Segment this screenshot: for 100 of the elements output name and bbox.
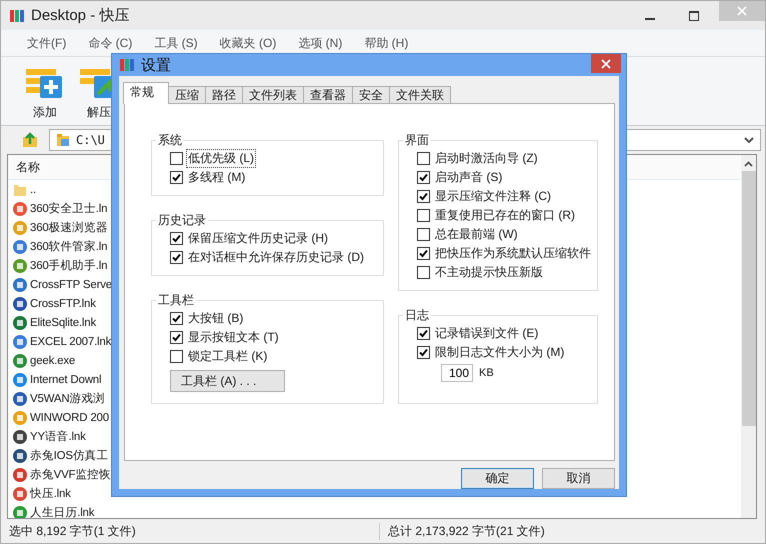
close-icon (601, 58, 611, 68)
file-icon (12, 334, 28, 350)
file-name[interactable]: V5WAN游戏浏 (30, 391, 105, 406)
file-name[interactable]: 360极速浏览器 (30, 220, 108, 235)
status-text: 选中 8,192 字节(1 文件) (8, 522, 137, 540)
file-icon (12, 276, 28, 292)
dialog-button[interactable]: 取消 (542, 468, 615, 489)
checkbox[interactable] (417, 152, 430, 165)
file-name[interactable]: 360手机助手.ln (30, 258, 108, 273)
checkbox-label[interactable]: 在对话框中允许保存历史记录 (D) (186, 248, 366, 267)
checkbox[interactable] (417, 327, 430, 340)
app-icon (119, 57, 135, 73)
file-name[interactable]: 赤兔VVF监控恢 (30, 467, 111, 482)
checkbox[interactable] (417, 266, 430, 279)
checkbox[interactable] (170, 152, 183, 165)
file-name[interactable]: CrossFTP.lnk (30, 298, 96, 310)
tab[interactable]: 文件列表 (242, 86, 304, 104)
checkbox-label[interactable]: 记录错误到文件 (E) (433, 324, 540, 343)
scrollbar-thumb[interactable] (742, 171, 756, 426)
file-name[interactable]: 360安全卫士.ln (30, 201, 108, 216)
size-field[interactable]: 100 (441, 364, 473, 382)
file-icon (12, 448, 28, 464)
file-icon (12, 220, 28, 236)
dialog-title: 设置 (141, 56, 171, 74)
checkbox[interactable] (417, 171, 430, 184)
file-icon (12, 296, 28, 312)
checkbox[interactable] (417, 190, 430, 203)
file-icon (12, 390, 28, 406)
maximize-icon[interactable] (689, 10, 699, 20)
file-icon (12, 466, 28, 482)
file-name[interactable]: EXCEL 2007.lnk (30, 336, 112, 348)
checkbox-label[interactable]: 不主动提示快压新版 (433, 263, 545, 282)
file-icon (12, 258, 28, 274)
window-title: Desktop - 快压 (31, 6, 130, 25)
menu-item[interactable]: 工具 (S) (154, 34, 198, 52)
checkbox-label[interactable]: 总在最前端 (W) (433, 225, 520, 244)
checkbox-label[interactable]: 启动声音 (S) (433, 168, 504, 187)
checkbox[interactable] (417, 228, 430, 241)
file-name[interactable]: 人生日历.lnk (30, 505, 94, 518)
tab[interactable]: 查看器 (303, 86, 353, 104)
checkbox[interactable] (170, 171, 183, 184)
toolbar-button[interactable]: 添加 (23, 67, 67, 121)
group-title: 系统 (157, 132, 183, 149)
checkbox-label[interactable]: 把快压作为系统默认压缩软件 (433, 244, 593, 263)
checkbox-label[interactable]: 显示压缩文件注释 (C) (433, 187, 553, 206)
file-name[interactable]: YY语音.lnk (30, 429, 86, 444)
tab[interactable]: 路径 (205, 86, 243, 104)
menu-item[interactable]: 选项 (N) (298, 34, 342, 52)
checkbox-label[interactable]: 大按钮 (B) (186, 309, 246, 328)
checkbox[interactable] (170, 251, 183, 264)
checkbox[interactable] (170, 312, 183, 325)
checkbox-label[interactable]: 保留压缩文件历史记录 (H) (186, 229, 330, 248)
checkbox-label[interactable]: 限制日志文件大小为 (M) (433, 343, 566, 362)
checkbox[interactable] (417, 247, 430, 260)
file-icon (12, 352, 28, 368)
file-icon (12, 486, 28, 502)
checkbox-label[interactable]: 多线程 (M) (186, 168, 248, 187)
group-title: 工具栏 (157, 292, 195, 309)
file-icon (12, 428, 28, 444)
checkbox[interactable] (417, 346, 430, 359)
checkbox[interactable] (170, 331, 183, 344)
checkbox-label[interactable]: 重复使用已存在的窗口 (R) (433, 206, 577, 225)
menu-item[interactable]: 收藏夹 (O) (220, 34, 276, 52)
menu-item[interactable]: 文件(F) (27, 34, 66, 52)
column-header[interactable]: 名称 (16, 158, 40, 176)
checkbox[interactable] (170, 232, 183, 245)
menu-item[interactable]: 命令 (C) (88, 34, 132, 52)
file-name[interactable]: Internet Downl (30, 374, 102, 386)
close-icon (737, 6, 747, 16)
app-icon (9, 8, 25, 24)
file-name[interactable]: CrossFTP Serve (30, 278, 112, 290)
checkbox[interactable] (417, 209, 430, 222)
group-title: 界面 (404, 132, 430, 149)
checkbox-label[interactable]: 启动时激活向导 (Z) (433, 149, 540, 168)
file-icon (12, 238, 28, 254)
checkbox-label[interactable]: 显示按钮文本 (T) (186, 328, 281, 347)
checkbox[interactable] (170, 350, 183, 363)
scrollbar[interactable] (741, 155, 756, 518)
menu-item[interactable]: 帮助 (H) (364, 34, 408, 52)
file-name[interactable]: WINWORD 200 (30, 412, 109, 424)
tab[interactable]: 文件关联 (389, 86, 451, 104)
toolbar-settings-button[interactable]: 工具栏 (A) . . . (170, 370, 285, 392)
file-icon (12, 372, 28, 388)
checkbox-label[interactable]: 低优先级 (L) (186, 149, 256, 168)
up-folder-icon[interactable] (21, 131, 39, 149)
file-icon (12, 410, 28, 426)
tab[interactable]: 安全 (352, 86, 390, 104)
dialog-button[interactable]: 确定 (461, 468, 534, 489)
close-button[interactable] (591, 54, 621, 73)
file-name[interactable]: 赤兔IOS仿真工 (30, 448, 108, 463)
file-name[interactable]: 360软件管家.ln (30, 239, 108, 254)
file-icon (12, 200, 28, 216)
file-name[interactable]: .. (30, 184, 36, 196)
file-name[interactable]: 快压.lnk (30, 486, 71, 501)
file-name[interactable]: EliteSqlite.lnk (30, 316, 96, 328)
scroll-up-icon[interactable] (744, 161, 753, 167)
tab[interactable]: 常规 (123, 82, 169, 104)
checkbox-label[interactable]: 锁定工具栏 (K) (186, 347, 270, 366)
unit-label: KB (479, 367, 494, 379)
file-name[interactable]: geek.exe (30, 354, 76, 366)
